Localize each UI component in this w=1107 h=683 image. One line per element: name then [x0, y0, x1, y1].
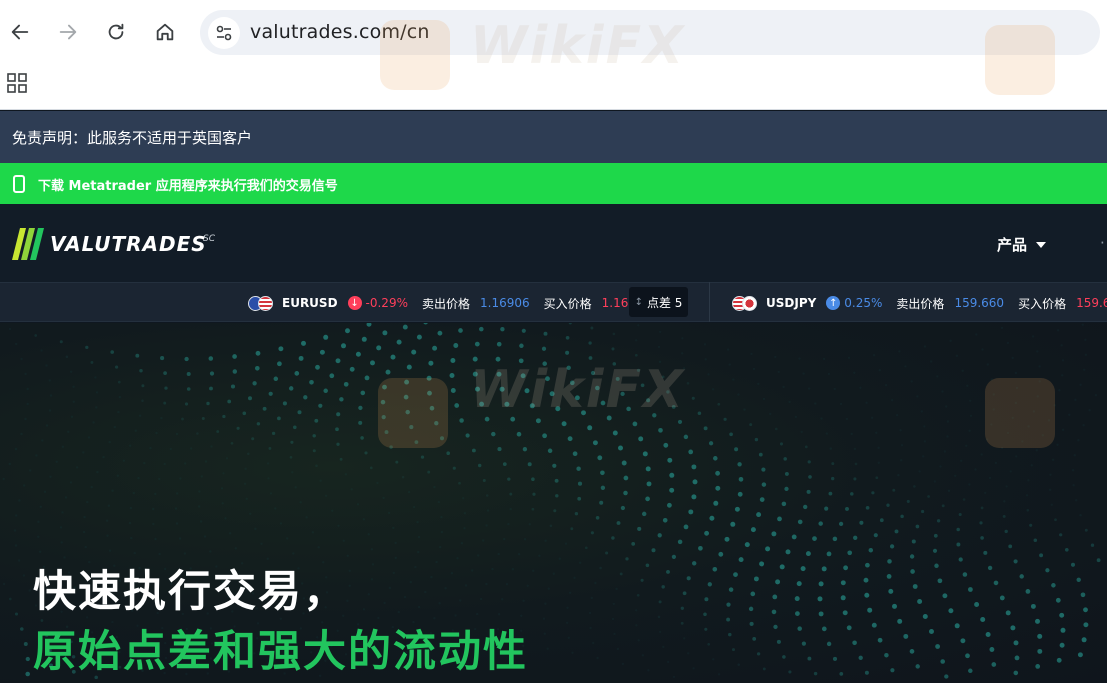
spread-badge: ↕ 点差 5 [629, 287, 688, 317]
nav-products-menu[interactable]: 产品 [997, 234, 1027, 255]
hero-section: 快速执行交易， 原始点差和强大的流动性 [0, 323, 1107, 683]
price-ticker: EURUSD ↓ -0.29% 卖出价格 1.16906 买入价格 1.1691… [0, 282, 1107, 322]
arrow-up-icon: ↑ [826, 296, 841, 310]
disclaimer-banner: 免责声明：此服务不适用于英国客户 [0, 111, 1107, 163]
sell-price-label: 卖出价格 [421, 296, 470, 311]
eu-us-flag-icon [248, 295, 274, 311]
logo-suffix: SC [203, 234, 215, 244]
chevron-down-icon[interactable] [1036, 242, 1046, 248]
site-header: VALUTRADES SC 产品 · [0, 204, 1107, 282]
buy-price-label: 买入价格 [1018, 296, 1067, 311]
download-metatrader-banner[interactable]: 下载 Metatrader 应用程序来执行我们的交易信号 [0, 163, 1107, 204]
ticker-pair: USDJPY [766, 296, 817, 310]
sell-price: 1.16906 [480, 296, 530, 310]
sell-price: 159.660 [954, 296, 1005, 310]
ticker-change: 0.25% [844, 296, 883, 310]
hero-subtitle: 原始点差和强大的流动性 [33, 627, 528, 677]
buy-price-label: 买入价格 [543, 296, 592, 311]
home-icon[interactable] [149, 16, 181, 48]
ticker-divider [709, 282, 710, 322]
spread-label: 点差 5 [646, 295, 683, 310]
browser-toolbar: valutrades.com/cn [0, 0, 1107, 110]
valutrades-logo-icon[interactable] [12, 228, 48, 260]
buy-price: 159.665 [1076, 296, 1107, 310]
spread-icon: ↕ [634, 296, 643, 308]
us-jp-flag-icon [732, 295, 758, 311]
nav-overflow-indicator: · [1100, 234, 1105, 252]
apps-grid-icon[interactable] [6, 72, 28, 94]
reload-icon[interactable] [100, 16, 132, 48]
site-info-icon[interactable] [208, 17, 240, 49]
ticker-item-eurusd[interactable]: EURUSD ↓ -0.29% 卖出价格 1.16906 买入价格 1.1691… [248, 283, 651, 323]
download-banner-text[interactable]: 下载 Metatrader 应用程序来执行我们的交易信号 [38, 175, 338, 194]
ticker-change: -0.29% [365, 296, 408, 310]
ticker-item-usdjpy[interactable]: USDJPY ↑ 0.25% 卖出价格 159.660 买入价格 159.665 [732, 283, 1107, 323]
phone-icon [13, 175, 25, 193]
ticker-pair: EURUSD [282, 296, 338, 310]
arrow-down-icon: ↓ [347, 296, 362, 310]
disclaimer-text: 免责声明：此服务不适用于英国客户 [12, 129, 253, 147]
sell-price-label: 卖出价格 [896, 296, 945, 311]
address-bar[interactable]: valutrades.com/cn [200, 10, 1100, 55]
logo-text[interactable]: VALUTRADES [50, 232, 207, 256]
back-arrow-icon[interactable] [4, 16, 36, 48]
hero-title: 快速执行交易， [33, 567, 348, 617]
forward-arrow-icon[interactable] [52, 16, 84, 48]
url-text[interactable]: valutrades.com/cn [250, 21, 430, 43]
